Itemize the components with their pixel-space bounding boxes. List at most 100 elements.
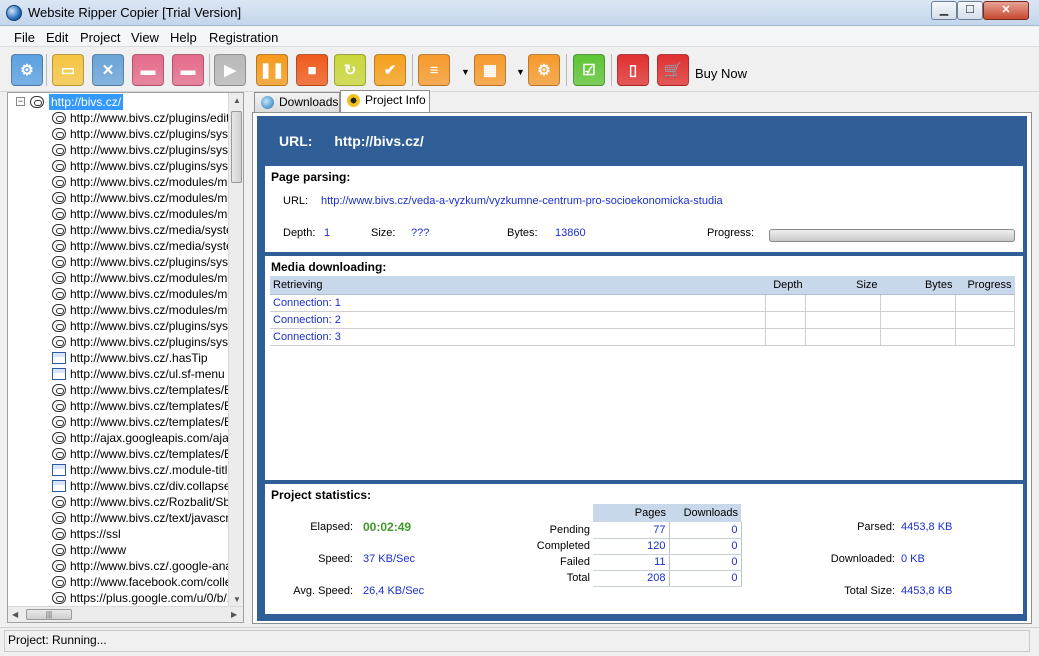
save-icon: ▬ (140, 61, 156, 79)
col-retrieving[interactable]: Retrieving (270, 276, 766, 295)
pause-button[interactable]: ❚❚ (256, 54, 288, 86)
buy-now-label[interactable]: Buy Now (695, 66, 747, 81)
tree-item[interactable]: http://www.bivs.cz/media/syster (8, 238, 237, 254)
statistics-table: Pages Downloads Pending 77 0 Completed 1… (529, 504, 742, 587)
menu-registration[interactable]: Registration (209, 30, 278, 45)
table-row[interactable]: Connection: 2 (270, 311, 1016, 329)
tree-item[interactable]: http://www.bivs.cz/plugins/syste (8, 318, 238, 334)
database-button[interactable]: ≡ (418, 54, 450, 86)
cart-button[interactable]: 🛒 (657, 54, 689, 86)
tree-item[interactable]: http://www.bivs.cz/plugins/editc (8, 110, 235, 126)
col-bytes[interactable]: Bytes (880, 276, 956, 295)
scroll-thumb[interactable] (231, 111, 242, 183)
project-info-frame: URL: http://bivs.cz/ Page parsing: URL: … (257, 116, 1027, 621)
table-row[interactable]: Connection: 3 (270, 328, 1016, 346)
database-dropdown-icon[interactable]: ▼ (461, 67, 470, 77)
open-folder-button[interactable]: ▭ (52, 54, 84, 86)
tab-downloads[interactable]: Downloads (254, 92, 340, 112)
browser-button[interactable]: ▦ (474, 54, 506, 86)
tree-vertical-scrollbar[interactable]: ▲ ▼ (228, 93, 243, 607)
menu-file[interactable]: File (14, 30, 35, 45)
tree-item-label: http://www.bivs.cz/modules/moc (70, 271, 241, 285)
tree-item[interactable]: http://www.bivs.cz/media/syster (8, 222, 237, 238)
link-icon (52, 496, 66, 508)
tree-item[interactable]: http://www.bivs.cz/plugins/syste (8, 142, 238, 158)
stop-button[interactable]: ■ (296, 54, 328, 86)
col-depth[interactable]: Depth (765, 276, 806, 295)
start-icon: ▶ (224, 62, 236, 79)
refresh-button[interactable]: ↻ (334, 54, 366, 86)
tree-item[interactable]: http://www.bivs.cz/modules/moc (8, 286, 240, 302)
table-row[interactable]: Connection: 1 (270, 294, 1016, 312)
tree-item-label: http://www.bivs.cz/plugins/syste (70, 159, 239, 173)
link-icon (52, 512, 66, 524)
tree-item[interactable]: http://www.bivs.cz/modules/moc (8, 190, 240, 206)
col-size[interactable]: Size (805, 276, 881, 295)
tree-item[interactable]: https://ssl (8, 526, 228, 542)
settings-button[interactable]: ⚙ (11, 54, 43, 86)
tree-item[interactable]: http://www.bivs.cz/.module-title. (8, 462, 237, 478)
tree-item[interactable]: http://www.bivs.cz/templates/Bl (8, 398, 235, 414)
page-icon (52, 480, 66, 492)
scroll-up-icon[interactable]: ▲ (233, 96, 241, 105)
tree-item[interactable]: http://www.bivs.cz/modules/moc (8, 302, 240, 318)
maximize-button[interactable]: ☐ (957, 1, 983, 20)
tree-item[interactable]: http://ajax.googleapis.com/ajax/ (8, 430, 238, 446)
tree-item[interactable]: http://www.bivs.cz/modules/moc (8, 206, 240, 222)
page-icon (52, 464, 66, 476)
tree-item[interactable]: http://www.bivs.cz/Rozbalit/Sba (8, 494, 237, 510)
tree-item[interactable]: http://www.bivs.cz/plugins/syste (8, 254, 238, 270)
database-icon: ≡ (429, 61, 439, 79)
checklist-button[interactable]: ☑ (573, 54, 605, 86)
scroll-right-icon[interactable]: ▶ (231, 610, 237, 619)
delete-button[interactable]: ✕ (92, 54, 124, 86)
close-button[interactable]: ✕ (983, 1, 1029, 20)
menu-view[interactable]: View (131, 30, 159, 45)
tree-item[interactable]: http://www.bivs.cz/.hasTip (8, 350, 228, 366)
menu-edit[interactable]: Edit (46, 30, 68, 45)
mobile-button[interactable]: ▯ (617, 54, 649, 86)
tree-item[interactable]: http://www.bivs.cz/text/javascrip (8, 510, 239, 526)
tree-root[interactable]: − http://bivs.cz/ (8, 94, 228, 110)
start-button[interactable]: ▶ (214, 54, 246, 86)
tree-item[interactable]: http://www.bivs.cz/plugins/syste (8, 158, 238, 174)
tree-item-label: http://www.bivs.cz/Rozbalit/Sba (70, 495, 237, 509)
parsing-url-label: URL: (283, 195, 309, 207)
tree-item[interactable]: http://www.bivs.cz/templates/Bl (8, 382, 235, 398)
tools-button[interactable]: ⚙ (528, 54, 560, 86)
tree-item[interactable]: http://www.bivs.cz/modules/moc (8, 174, 240, 190)
site-tree[interactable]: − http://bivs.cz/ http://www.bivs.cz/plu… (7, 92, 244, 623)
delete-icon: ✕ (101, 62, 115, 79)
parsing-progress-bar (769, 229, 1015, 242)
tree-horizontal-scrollbar[interactable]: ◀ ||| ▶ (8, 606, 243, 622)
link-icon (52, 240, 66, 252)
menu-project[interactable]: Project (80, 30, 120, 45)
tree-item-label: http://ajax.googleapis.com/ajax/ (70, 431, 239, 445)
col-progress[interactable]: Progress (955, 276, 1015, 295)
scroll-left-icon[interactable]: ◀ (12, 610, 18, 619)
tab-project-info[interactable]: Project Info (340, 90, 430, 112)
tree-item[interactable]: http://www.bivs.cz/plugins/syste (8, 126, 238, 142)
tree-item[interactable]: http://www.bivs.cz/ul.sf-menu (8, 366, 228, 382)
tree-item[interactable]: http://www.facebook.com/colleg (8, 574, 238, 590)
speed-value: 37 KB/Sec (363, 553, 415, 565)
menu-help[interactable]: Help (170, 30, 197, 45)
minimize-button[interactable]: ▁ (931, 1, 957, 20)
tree-item[interactable]: https://plus.google.com/u/0/b/1 (8, 590, 233, 606)
tree-item[interactable]: http://www.bivs.cz/templates/Bl (8, 446, 235, 462)
scroll-thumb[interactable]: ||| (26, 609, 72, 620)
tree-item[interactable]: http://www (8, 542, 228, 558)
tree-item[interactable]: http://www.bivs.cz/.google-analy (8, 558, 241, 574)
tree-item[interactable]: http://www.bivs.cz/plugins/syste (8, 334, 238, 350)
tree-item[interactable]: http://www.bivs.cz/templates/Bl (8, 414, 235, 430)
link-icon (52, 112, 66, 124)
collapse-icon[interactable]: − (16, 97, 25, 106)
tree-item-label: http://www.bivs.cz/modules/moc (70, 207, 241, 221)
scroll-down-icon[interactable]: ▼ (233, 595, 241, 604)
browser-dropdown-icon[interactable]: ▼ (516, 67, 525, 77)
save-button[interactable]: ▬ (132, 54, 164, 86)
tree-item[interactable]: http://www.bivs.cz/modules/moc (8, 270, 240, 286)
tree-item[interactable]: http://www.bivs.cz/div.collapse (8, 478, 231, 494)
save-as-button[interactable]: ▬ (172, 54, 204, 86)
check-button[interactable]: ✔ (374, 54, 406, 86)
